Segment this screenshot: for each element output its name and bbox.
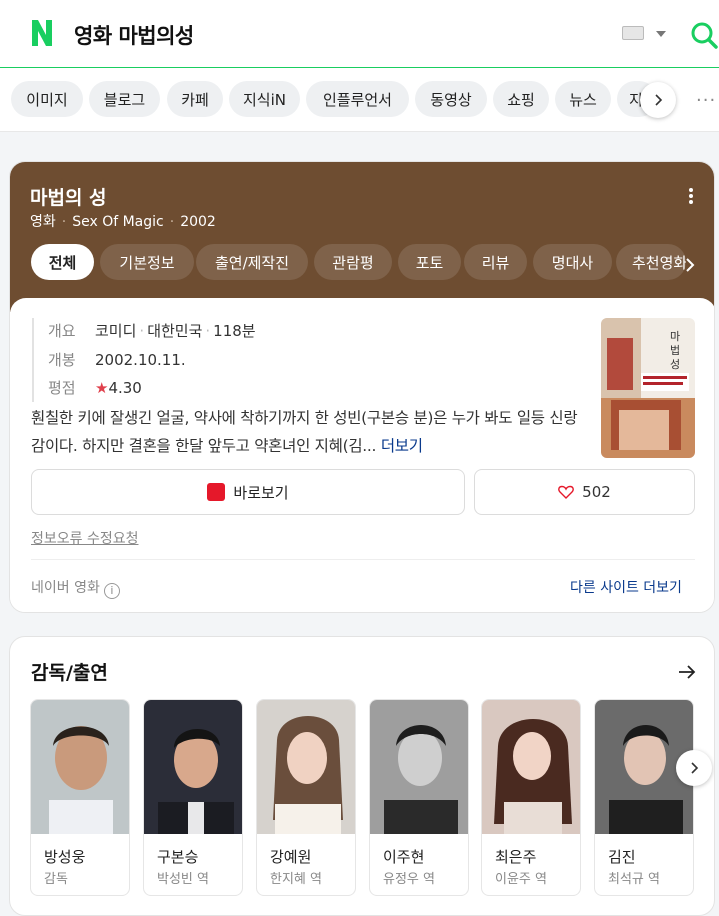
chevron-right-icon[interactable] [682,257,698,273]
other-sites-link[interactable]: 다른 사이트 더보기 [570,577,682,597]
tab-cafe[interactable]: 카페 [167,81,223,117]
person-name: 최은주 [495,848,537,866]
person-role: 이윤주 역 [495,872,547,887]
cast-person[interactable]: 강예원 한지혜 역 [256,699,356,896]
tab-shopping[interactable]: 쇼핑 [493,81,549,117]
cast-next-button[interactable] [676,750,712,786]
source-name: 네이버 영화 [31,580,100,596]
movie-tab-cast-crew[interactable]: 출연/제작진 [196,244,308,280]
movie-tab-all[interactable]: 전체 [31,244,94,280]
search-tab-bar: 이미지 블로그 카페 지식iN 인플루언서 동영상 쇼핑 뉴스 지식 ··· [0,68,719,132]
info-row-rating: 평점 ★4.30 [48,377,142,399]
tabs-next-button[interactable] [640,82,676,118]
movie-runtime: 118분 [213,322,256,340]
movie-tab-recommend[interactable]: 추천영화 [616,244,686,280]
star-icon: ★ [95,379,109,397]
person-name: 이주현 [383,848,425,866]
like-count: 502 [582,483,611,501]
movie-category: 영화 [30,214,56,230]
divider [31,559,695,560]
movie-english-title: Sex Of Magic [72,214,164,230]
tab-video[interactable]: 동영상 [415,81,487,117]
person-photo [144,700,242,834]
watch-now-button[interactable]: 바로보기 [31,469,465,515]
info-icon[interactable]: i [103,583,120,599]
poster-title-line1: 마 [670,330,680,343]
movie-poster[interactable]: 마 법 성 [601,318,695,458]
person-role: 최석규 역 [608,872,660,887]
chevron-down-icon[interactable] [656,31,666,37]
person-photo [31,700,129,834]
tab-news[interactable]: 뉴스 [555,81,611,117]
naver-logo-icon[interactable] [30,18,54,48]
movie-title[interactable]: 마법의 성 [30,183,107,210]
keyboard-icon[interactable] [622,26,644,40]
poster-title-line3: 성 [670,358,680,371]
movie-country[interactable]: 대한민국 [147,322,202,340]
movie-tab-quotes[interactable]: 명대사 [533,244,612,280]
person-role: 감독 [44,872,68,887]
report-error-link[interactable]: 정보오류 수정요청 [31,528,139,548]
movie-info-card: 마법의 성 영화 · Sex Of Magic · 2002 전체 기본정보 출연/제작… [9,161,715,613]
cast-person[interactable]: 최은주 이윤주 역 [481,699,581,896]
person-name: 김진 [608,848,636,866]
person-photo [257,700,355,834]
movie-genre[interactable]: 코미디 [95,322,136,340]
person-name: 구본승 [157,848,199,866]
release-date: 2002.10.11. [95,351,186,369]
tab-blog[interactable]: 블로그 [89,81,160,117]
search-icon[interactable] [689,20,719,50]
info-row-overview: 개요 코미디 · 대한민국 · 118분 [48,322,256,340]
movie-info-panel: 개요 코미디 · 대한민국 · 118분 개봉 2002.10.11. 평점 ★4.30 마 … [10,298,714,612]
cast-person[interactable]: 이주현 유정우 역 [369,699,469,896]
poster-title-line2: 법 [670,344,680,357]
movie-tab-photo[interactable]: 포토 [398,244,461,280]
heart-icon [558,485,575,499]
synopsis-text: 훤칠한 키에 잘생긴 얼굴, 약사에 착하기까지 한 성빈(구본승 분)은 누가… [31,409,578,455]
search-header: 영화 마법의성 [0,0,719,68]
movie-year: 2002 [180,214,216,230]
person-role: 박성빈 역 [157,872,209,887]
kebab-menu-icon[interactable] [689,188,693,204]
vod-icon [207,483,226,501]
movie-tab-review[interactable]: 리뷰 [464,244,527,280]
cast-person[interactable]: 방성웅 감독 [30,699,130,896]
cast-card: 감독/출연 방성웅 감독 구본승 박성빈 역 강예원 한지혜 역 이주현 유정우… [9,636,715,916]
person-role: 한지혜 역 [270,872,322,887]
person-photo [482,700,580,834]
watch-now-label: 바로보기 [233,483,289,502]
movie-card-header: 마법의 성 영화 · Sex Of Magic · 2002 전체 기본정보 출연/제작… [10,162,714,312]
source-label: 네이버 영화 i [31,577,120,599]
chevron-right-icon [691,762,699,774]
search-query[interactable]: 영화 마법의성 [74,20,194,50]
rating-value: 4.30 [108,379,142,397]
rating-label: 평점 [48,379,76,397]
person-name: 방성웅 [44,848,86,866]
info-row-release: 개봉 2002.10.11. [48,349,186,371]
tab-kin[interactable]: 지식iN [229,81,300,117]
cast-person[interactable]: 김진 최석규 역 [594,699,694,896]
movie-subtitle: 영화 · Sex Of Magic · 2002 [30,214,216,230]
movie-synopsis: 훤칠한 키에 잘생긴 얼굴, 약사에 착하기까지 한 성빈(구본승 분)은 누가… [31,404,584,460]
cast-person[interactable]: 구본승 박성빈 역 [143,699,243,896]
person-role: 유정우 역 [383,872,435,887]
person-name: 강예원 [270,848,312,866]
tab-images[interactable]: 이미지 [11,81,83,117]
release-label: 개봉 [48,351,76,369]
synopsis-more-link[interactable]: 더보기 [381,437,423,455]
like-button[interactable]: 502 [474,469,695,515]
movie-tab-basic-info[interactable]: 기본정보 [100,244,194,280]
cast-section-title[interactable]: 감독/출연 [31,658,108,685]
tab-influencer[interactable]: 인플루언서 [306,81,409,117]
arrow-right-icon[interactable] [678,663,696,681]
person-photo [370,700,468,834]
movie-tab-reviews-audience[interactable]: 관람평 [314,244,392,280]
overview-label: 개요 [48,322,76,340]
movie-info-list: 개요 코미디 · 대한민국 · 118분 개봉 2002.10.11. 평점 ★4.30 [32,318,572,402]
more-icon[interactable]: ··· [696,90,716,111]
chevron-right-icon [655,94,663,106]
